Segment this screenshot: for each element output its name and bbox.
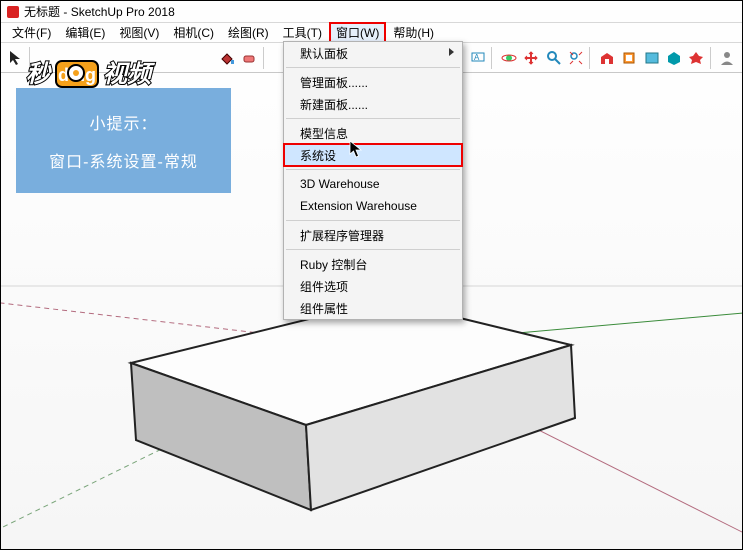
menu-item-label: Ruby 控制台 [300, 256, 367, 273]
menu-preferences[interactable]: 系统设 [284, 144, 462, 166]
menu-item-label: 3D Warehouse [300, 177, 380, 191]
menu-item-label: Extension Warehouse [300, 199, 417, 213]
svg-text:视频: 视频 [103, 61, 156, 88]
menu-component-attributes[interactable]: 组件属性 [284, 297, 462, 319]
menu-3d-warehouse[interactable]: 3D Warehouse [284, 173, 462, 195]
menu-draw[interactable]: 绘图(R) [221, 22, 276, 43]
menu-item-label: 扩展程序管理器 [300, 227, 384, 244]
menu-item-label: 模型信息 [300, 125, 348, 142]
watermark-logo: 秒 d ng 视频 [26, 58, 201, 99]
extension-manager-icon[interactable] [685, 47, 706, 69]
menu-item-label: 新建面板...... [300, 96, 368, 113]
menu-manage-trays[interactable]: 管理面板...... [284, 71, 462, 93]
window-menu-dropdown: 默认面板 管理面板...... 新建面板...... 模型信息 系统设 3D W… [283, 41, 463, 320]
warehouse-icon[interactable] [596, 47, 617, 69]
layout-icon[interactable] [641, 47, 662, 69]
cursor-icon [349, 140, 365, 158]
pan-icon[interactable] [521, 47, 542, 69]
menu-item-label: 系统设 [300, 147, 336, 164]
menu-separator [286, 118, 460, 119]
zoom-icon[interactable] [543, 47, 564, 69]
menu-item-label: 默认面板 [300, 45, 348, 62]
menu-new-tray[interactable]: 新建面板...... [284, 93, 462, 115]
extensions-icon[interactable] [619, 47, 640, 69]
menu-extension-manager[interactable]: 扩展程序管理器 [284, 224, 462, 246]
menu-default-tray[interactable]: 默认面板 [284, 42, 462, 64]
menu-separator [286, 169, 460, 170]
tip-box: 小提示： 窗口-系统设置-常规 [16, 88, 231, 193]
menu-item-label: 组件属性 [300, 300, 348, 317]
toolbar-separator [263, 47, 267, 69]
toolbar-separator [710, 47, 714, 69]
tip-title: 小提示： [89, 110, 157, 134]
menu-separator [286, 249, 460, 250]
menu-file[interactable]: 文件(F) [5, 22, 58, 43]
menu-edit[interactable]: 编辑(E) [58, 22, 112, 43]
signin-icon[interactable] [717, 47, 738, 69]
menu-item-label: 管理面板...... [300, 74, 368, 91]
menu-view[interactable]: 视图(V) [112, 22, 166, 43]
menu-help[interactable]: 帮助(H) [386, 22, 441, 43]
orbit-icon[interactable] [498, 47, 519, 69]
toolbar-separator [589, 47, 593, 69]
menubar: 文件(F) 编辑(E) 视图(V) 相机(C) 绘图(R) 工具(T) 窗口(W… [1, 23, 742, 43]
tip-body: 窗口-系统设置-常规 [49, 148, 198, 172]
menu-ruby-console[interactable]: Ruby 控制台 [284, 253, 462, 275]
menu-item-label: 组件选项 [300, 278, 348, 295]
menu-tools[interactable]: 工具(T) [276, 22, 329, 43]
window-title: 无标题 - SketchUp Pro 2018 [24, 3, 175, 20]
zoom-extents-icon[interactable] [565, 47, 586, 69]
menu-model-info[interactable]: 模型信息 [284, 122, 462, 144]
menu-separator [286, 67, 460, 68]
menu-extension-warehouse[interactable]: Extension Warehouse [284, 195, 462, 217]
select-tool-icon[interactable] [5, 47, 26, 69]
add-location-icon[interactable] [663, 47, 684, 69]
menu-component-options[interactable]: 组件选项 [284, 275, 462, 297]
toolbar-separator [491, 47, 495, 69]
submenu-arrow-icon [449, 48, 454, 56]
menu-separator [286, 220, 460, 221]
titlebar: 无标题 - SketchUp Pro 2018 [1, 1, 742, 23]
paint-bucket-icon[interactable] [216, 47, 237, 69]
menu-window[interactable]: 窗口(W) [329, 22, 386, 43]
eraser-icon[interactable] [238, 47, 259, 69]
sketchup-icon [7, 6, 19, 18]
text-tool-icon[interactable]: A [467, 47, 488, 69]
svg-text:秒: 秒 [26, 61, 52, 88]
menu-camera[interactable]: 相机(C) [166, 22, 221, 43]
svg-text:A: A [474, 53, 480, 62]
